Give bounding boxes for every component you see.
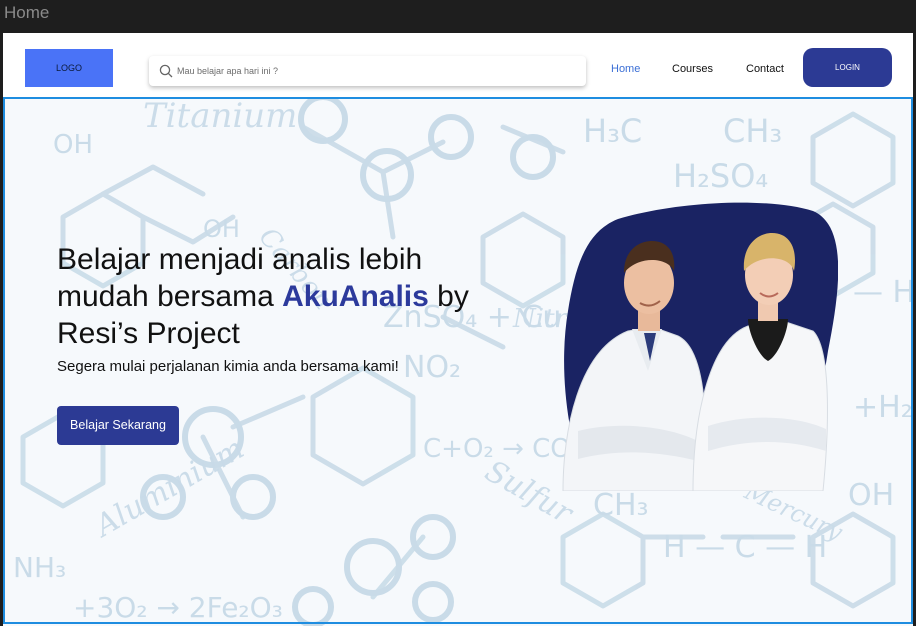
svg-text:Aluminium: Aluminium: [87, 431, 250, 545]
page-frame: LOGO Home Courses Contact LOGIN: [3, 33, 913, 626]
svg-text:H — C — H: H — C — H: [663, 530, 827, 565]
chemists-illustration: [562, 202, 838, 491]
search-bar[interactable]: [149, 56, 586, 86]
svg-text:H₃C: H₃C: [583, 112, 642, 150]
login-button[interactable]: LOGIN: [803, 48, 892, 87]
svg-text:Titanium: Titanium: [143, 97, 297, 136]
nav-link-courses[interactable]: Courses: [672, 62, 713, 76]
svg-text:OH: OH: [53, 130, 93, 160]
svg-text:+3O₂ → 2Fe₂O₃: +3O₂ → 2Fe₂O₃: [73, 591, 283, 624]
brand-name: AkuAnalis: [282, 280, 429, 313]
navbar: LOGO Home Courses Contact LOGIN: [3, 33, 913, 97]
svg-text:NH₃: NH₃: [13, 551, 66, 584]
svg-text:CH₃: CH₃: [593, 488, 649, 523]
svg-text:H₂SO₄: H₂SO₄: [673, 157, 768, 195]
svg-text:+H₂O: +H₂O: [853, 390, 913, 425]
svg-text:OH: OH: [203, 215, 240, 243]
svg-text:NO₂: NO₂: [403, 350, 461, 385]
hero-headline: Belajar menjadi analis lebih mudah bersa…: [57, 241, 477, 352]
logo[interactable]: LOGO: [25, 49, 113, 87]
svg-text:— H: — H: [853, 275, 913, 310]
hero-subtitle: Segera mulai perjalanan kimia anda bersa…: [57, 358, 399, 375]
hero-section: Titanium Carbon Aluminium Sulfur Nitro M…: [3, 97, 913, 626]
start-learning-button[interactable]: Belajar Sekarang: [57, 406, 179, 445]
search-input[interactable]: [177, 62, 567, 80]
search-icon: [159, 64, 173, 78]
svg-text:CH₃: CH₃: [723, 112, 782, 150]
nav-link-home[interactable]: Home: [611, 62, 640, 76]
svg-text:OH: OH: [848, 478, 894, 513]
nav-link-contact[interactable]: Contact: [746, 62, 784, 76]
frame-title: Home: [4, 3, 50, 22]
